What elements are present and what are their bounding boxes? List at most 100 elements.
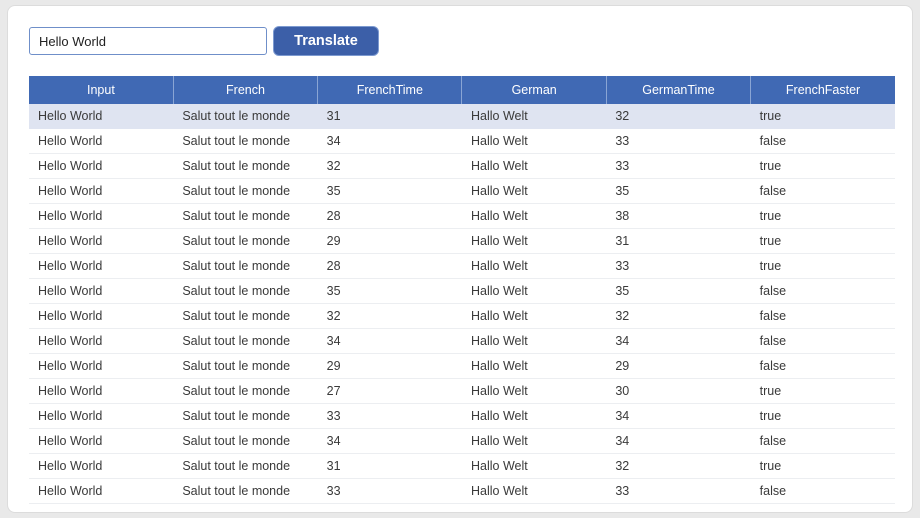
- table-row[interactable]: Hello WorldSalut tout le monde34Hallo We…: [29, 429, 895, 454]
- cell-german: Hallo Welt: [462, 329, 606, 354]
- cell-french: Salut tout le monde: [173, 154, 317, 179]
- column-header-frenchfaster[interactable]: FrenchFaster: [751, 76, 895, 104]
- cell-french-faster: true: [751, 404, 895, 429]
- cell-french-faster: true: [751, 254, 895, 279]
- table-row[interactable]: Hello WorldSalut tout le monde28Hallo We…: [29, 204, 895, 229]
- cell-german-time: 33: [606, 479, 750, 504]
- cell-french-faster: false: [751, 304, 895, 329]
- table-header-row: Input French FrenchTime German GermanTim…: [29, 76, 895, 104]
- table-header: Input French FrenchTime German GermanTim…: [29, 76, 895, 104]
- cell-french: Salut tout le monde: [173, 329, 317, 354]
- cell-german-time: 34: [606, 329, 750, 354]
- table-row[interactable]: Hello WorldSalut tout le monde32Hallo We…: [29, 304, 895, 329]
- cell-french: Salut tout le monde: [173, 479, 317, 504]
- cell-french: Salut tout le monde: [173, 129, 317, 154]
- column-header-german[interactable]: German: [462, 76, 606, 104]
- cell-french-time: 32: [318, 154, 462, 179]
- cell-german: Hallo Welt: [462, 279, 606, 304]
- cell-input: Hello World: [29, 329, 173, 354]
- cell-input: Hello World: [29, 404, 173, 429]
- table-row[interactable]: Hello WorldSalut tout le monde31Hallo We…: [29, 104, 895, 129]
- cell-french: Salut tout le monde: [173, 204, 317, 229]
- cell-german-time: 32: [606, 104, 750, 129]
- cell-french-time: 29: [318, 354, 462, 379]
- cell-german: Hallo Welt: [462, 229, 606, 254]
- table-body: Hello WorldSalut tout le monde31Hallo We…: [29, 104, 895, 504]
- table-row[interactable]: Hello WorldSalut tout le monde27Hallo We…: [29, 379, 895, 404]
- cell-german: Hallo Welt: [462, 454, 606, 479]
- cell-french-time: 28: [318, 254, 462, 279]
- cell-french-time: 34: [318, 329, 462, 354]
- cell-french: Salut tout le monde: [173, 254, 317, 279]
- table-row[interactable]: Hello WorldSalut tout le monde 35Hallo We…: [29, 179, 895, 204]
- cell-german-time: 32: [606, 304, 750, 329]
- cell-french-faster: false: [751, 129, 895, 154]
- cell-input: Hello World: [29, 104, 173, 129]
- cell-input: Hello World: [29, 429, 173, 454]
- cell-french-faster: true: [751, 104, 895, 129]
- table-row[interactable]: Hello WorldSalut tout le monde34Hallo We…: [29, 129, 895, 154]
- column-header-input[interactable]: Input: [29, 76, 173, 104]
- table-row[interactable]: Hello WorldSalut tout le monde33Hallo We…: [29, 404, 895, 429]
- cell-input: Hello World: [29, 379, 173, 404]
- table-row[interactable]: Hello WorldSalut tout le monde29Hallo We…: [29, 354, 895, 379]
- cell-french: Salut tout le monde: [173, 179, 317, 204]
- cell-french: Salut tout le monde: [173, 429, 317, 454]
- column-header-frenchtime[interactable]: FrenchTime: [318, 76, 462, 104]
- cell-german: Hallo Welt: [462, 204, 606, 229]
- cell-french: Salut tout le monde: [173, 379, 317, 404]
- cell-input: Hello World: [29, 304, 173, 329]
- cell-french-faster: true: [751, 204, 895, 229]
- cell-input: Hello World: [29, 154, 173, 179]
- translate-input[interactable]: [29, 27, 267, 55]
- cell-french-faster: true: [751, 154, 895, 179]
- cell-french: Salut tout le monde: [173, 279, 317, 304]
- cell-input: Hello World: [29, 479, 173, 504]
- cell-german-time: 30: [606, 379, 750, 404]
- cell-french: Salut tout le monde: [173, 354, 317, 379]
- cell-french-time: 33: [318, 404, 462, 429]
- page-card: Translate Input French FrenchTime German…: [8, 6, 912, 512]
- cell-input: Hello World: [29, 354, 173, 379]
- cell-french: Salut tout le monde: [173, 229, 317, 254]
- table-row[interactable]: Hello WorldSalut tout le monde35Hallo We…: [29, 279, 895, 304]
- table-row[interactable]: Hello WorldSalut tout le monde33Hallo We…: [29, 479, 895, 504]
- translate-button[interactable]: Translate: [273, 26, 379, 56]
- cell-french-time: 27: [318, 379, 462, 404]
- cell-french-faster: true: [751, 379, 895, 404]
- cell-german: Hallo Welt: [462, 429, 606, 454]
- cell-french-faster: true: [751, 454, 895, 479]
- cell-french: Salut tout le monde: [173, 454, 317, 479]
- cell-french: Salut tout le monde: [173, 304, 317, 329]
- cell-french-time: 29: [318, 229, 462, 254]
- table-row[interactable]: Hello WorldSalut tout le monde34Hallo We…: [29, 329, 895, 354]
- table-row[interactable]: Hello WorldSalut tout le monde31Hallo We…: [29, 454, 895, 479]
- cell-french-time: 31: [318, 454, 462, 479]
- table-row[interactable]: Hello WorldSalut tout le monde29Hallo We…: [29, 229, 895, 254]
- cell-input: Hello World: [29, 179, 173, 204]
- table-row[interactable]: Hello WorldSalut tout le monde28Hallo We…: [29, 254, 895, 279]
- cell-german-time: 32: [606, 454, 750, 479]
- table-row[interactable]: Hello WorldSalut tout le monde32Hallo We…: [29, 154, 895, 179]
- cell-german-time: 33: [606, 154, 750, 179]
- cell-input: Hello World: [29, 254, 173, 279]
- cell-german: Hallo Welt: [462, 104, 606, 129]
- cell-german: Hallo Welt: [462, 354, 606, 379]
- cell-input: Hello World: [29, 229, 173, 254]
- column-header-germantime[interactable]: GermanTime: [606, 76, 750, 104]
- cell-french-faster: false: [751, 354, 895, 379]
- cell-german-time: 34: [606, 404, 750, 429]
- cell-french: Salut tout le monde: [173, 104, 317, 129]
- cell-german: Hallo Welt: [462, 379, 606, 404]
- cell-french-time: 35: [318, 279, 462, 304]
- cell-input: Hello World: [29, 204, 173, 229]
- cell-french-time: 28: [318, 204, 462, 229]
- column-header-french[interactable]: French: [173, 76, 317, 104]
- cell-french-faster: false: [751, 479, 895, 504]
- cell-french-faster: false: [751, 429, 895, 454]
- cell-input: Hello World: [29, 454, 173, 479]
- cell-german-time: 35: [606, 179, 750, 204]
- cell-german: Hallo Welt: [462, 179, 606, 204]
- results-table: Input French FrenchTime German GermanTim…: [29, 76, 895, 504]
- cell-german-time: 31: [606, 229, 750, 254]
